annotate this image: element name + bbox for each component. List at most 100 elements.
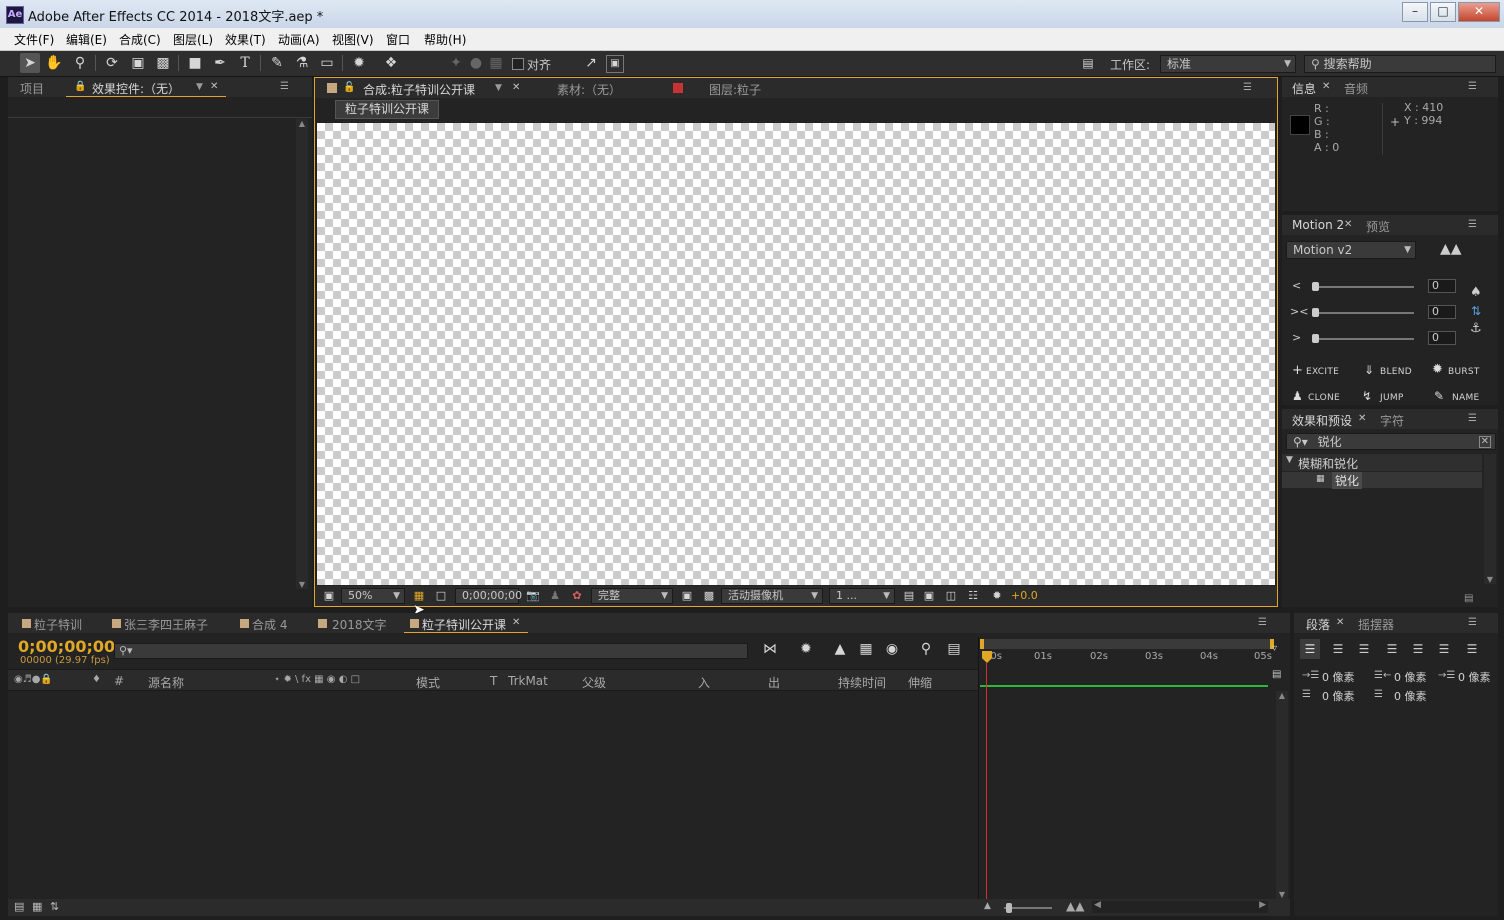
zoom-in-icon[interactable]: ▲▲ — [1066, 899, 1084, 913]
column-duration[interactable]: 持续时间 — [838, 674, 886, 691]
tab-motion[interactable]: Motion 2 — [1292, 218, 1344, 232]
view-layout-dropdown[interactable]: 1 ... ▼ — [829, 588, 895, 604]
rotate-tool-icon[interactable]: ⟳ — [102, 53, 122, 73]
selection-tool-icon[interactable]: ➤ — [20, 53, 40, 73]
indent-left-value[interactable]: 0 像素 — [1322, 669, 1355, 685]
tab-effect-controls[interactable]: 效果控件:（无） — [92, 80, 180, 97]
close-tab-icon[interactable]: ✕ — [1358, 413, 1366, 424]
time-ruler[interactable]: 00s 01s 02s 03s 04s 05s — [980, 651, 1272, 685]
mountain-curve-icon[interactable]: ▲▲ — [1440, 241, 1462, 257]
menu-animation[interactable]: 动画(A) — [278, 31, 320, 48]
brush-tool-icon[interactable]: ✎ — [267, 53, 287, 73]
column-t[interactable]: T — [490, 674, 497, 688]
column-index[interactable]: # — [114, 674, 124, 688]
indent-right-value[interactable]: 0 像素 — [1394, 669, 1427, 685]
comp-breadcrumb-button[interactable]: 粒子特训公开课 — [335, 100, 439, 119]
column-mode[interactable]: 模式 — [416, 674, 440, 691]
snap-expand-icon[interactable]: ↗ — [581, 53, 601, 73]
menu-window[interactable]: 窗口 — [386, 31, 410, 48]
bell-icon[interactable]: ♠ — [1470, 285, 1482, 300]
av-features-icon[interactable]: ◉♬●🔒 — [14, 674, 53, 685]
tab-preview[interactable]: 预览 — [1366, 218, 1390, 235]
tab-character[interactable]: 字符 — [1380, 412, 1404, 429]
menu-effect[interactable]: 效果(T) — [225, 31, 266, 48]
scroll-right-icon[interactable]: ▶ — [1259, 900, 1266, 910]
tab-composition[interactable]: 合成:粒子特训公开课 — [363, 81, 475, 98]
color-channels-icon[interactable]: ✿ — [567, 586, 587, 606]
frame-blending-icon[interactable]: ▦ — [856, 639, 876, 659]
puppet-pin-tool-icon[interactable]: ❖ — [381, 53, 401, 73]
column-stretch[interactable]: 伸缩 — [908, 674, 932, 691]
eraser-tool-icon[interactable]: ▭ — [317, 53, 337, 73]
timeline-tab-active[interactable]: 粒子特训公开课 — [422, 616, 506, 633]
tab-layer[interactable]: 图层:粒子 — [709, 81, 761, 98]
pixel-aspect-icon[interactable]: ▤ — [899, 586, 919, 606]
pen-tool-icon[interactable]: ✒ — [210, 53, 230, 73]
align-right-icon[interactable]: ☰ — [1354, 639, 1374, 659]
motion-preset-dropdown[interactable]: Motion v2 ▼ — [1286, 241, 1416, 259]
mask-visibility-icon[interactable]: □ — [431, 586, 451, 606]
scroll-down-icon[interactable]: ▼ — [296, 580, 308, 589]
ease-both-slider[interactable] — [1314, 312, 1414, 314]
workspace-icon[interactable]: ▤ — [1078, 53, 1098, 73]
ease-in-slider-handle[interactable] — [1312, 282, 1319, 291]
type-tool-icon[interactable]: T — [235, 53, 255, 73]
composition-viewer[interactable] — [317, 123, 1275, 585]
zoom-out-icon[interactable]: ▲ — [984, 901, 991, 911]
timeline-video-icon[interactable]: ▤ — [944, 639, 964, 659]
ease-out-value[interactable]: 0 — [1428, 331, 1456, 345]
clear-search-icon[interactable]: ✕ — [1478, 436, 1491, 448]
lock-icon[interactable]: 🔓 — [343, 82, 355, 93]
panel-menu-icon[interactable]: ☰ — [1468, 81, 1477, 92]
column-source-name[interactable]: 源名称 — [148, 674, 184, 691]
timeline-horizontal-scrollbar[interactable]: ◀ ▶ — [1092, 900, 1268, 913]
justify-right-icon[interactable]: ☰ — [1434, 639, 1454, 659]
ease-both-value[interactable]: 0 — [1428, 305, 1456, 319]
fast-preview-icon[interactable]: ▣ — [919, 586, 939, 606]
tab-info[interactable]: 信息 — [1292, 80, 1316, 97]
tab-wiggler[interactable]: 摇摆器 — [1358, 616, 1394, 633]
ease-out-slider-handle[interactable] — [1312, 334, 1319, 343]
disclosure-triangle-icon[interactable]: ▼ — [1286, 455, 1293, 465]
indent-first-line-value[interactable]: 0 像素 — [1458, 669, 1491, 685]
column-parent[interactable]: 父级 — [582, 674, 606, 691]
toggle-switches-icon[interactable]: ▤ — [14, 900, 24, 913]
lock-icon[interactable]: 🔒 — [74, 81, 86, 92]
excite-button[interactable]: EXCITE — [1306, 367, 1339, 377]
effects-category-row[interactable]: ▼ 模糊和锐化 — [1282, 454, 1482, 471]
panel-menu-icon[interactable]: ☰ — [1243, 82, 1252, 93]
panel-menu-icon[interactable]: ☰ — [1468, 617, 1477, 628]
panel-menu-icon[interactable]: ☰ — [1468, 219, 1477, 230]
minimize-icon[interactable]: – — [1402, 2, 1428, 22]
name-button[interactable]: NAME — [1452, 393, 1480, 403]
toggle-timing-icon[interactable]: ⇅ — [50, 900, 59, 913]
ease-out-slider[interactable] — [1314, 338, 1414, 340]
camera-tool-icon[interactable]: ▣ — [128, 53, 148, 73]
panel-menu-icon[interactable]: ☰ — [280, 81, 289, 92]
motion-blur-icon[interactable]: ◉ — [882, 639, 902, 659]
tab-footage[interactable]: 素材:（无） — [557, 81, 621, 98]
menu-composition[interactable]: 合成(C) — [119, 31, 161, 48]
tab-paragraph[interactable]: 段落 — [1306, 616, 1330, 633]
maximize-icon[interactable]: □ — [1430, 2, 1456, 22]
ease-in-slider[interactable] — [1314, 286, 1414, 288]
snap-checkbox[interactable] — [512, 58, 524, 70]
column-in[interactable]: 入 — [698, 674, 710, 691]
work-area-start-handle[interactable] — [980, 639, 984, 649]
align-left-icon[interactable]: ☰ — [1300, 639, 1320, 659]
justify-center-icon[interactable]: ☰ — [1408, 639, 1428, 659]
menu-file[interactable]: 文件(F) — [14, 31, 54, 48]
timeline-zoom-handle[interactable] — [1006, 903, 1012, 913]
space-before-value[interactable]: 0 像素 — [1322, 688, 1355, 704]
clone-stamp-tool-icon[interactable]: ⚗ — [292, 53, 312, 73]
timeline-timecode[interactable]: 0;00;00;00 — [18, 637, 115, 656]
ease-both-slider-handle[interactable] — [1312, 308, 1319, 317]
timeline-split-divider[interactable] — [978, 637, 979, 899]
close-tab-icon[interactable]: ✕ — [210, 81, 218, 92]
hand-tool-icon[interactable]: ✋ — [44, 53, 64, 73]
resolution-dropdown[interactable]: 完整 ▼ — [591, 588, 673, 604]
vertical-scrollbar[interactable]: ▲ ▼ — [296, 119, 308, 589]
timeline-tab-3[interactable]: 合成 4 — [252, 616, 287, 633]
close-tab-icon[interactable]: ✕ — [1322, 81, 1330, 92]
panel-menu-icon[interactable]: ☰ — [1468, 413, 1477, 424]
